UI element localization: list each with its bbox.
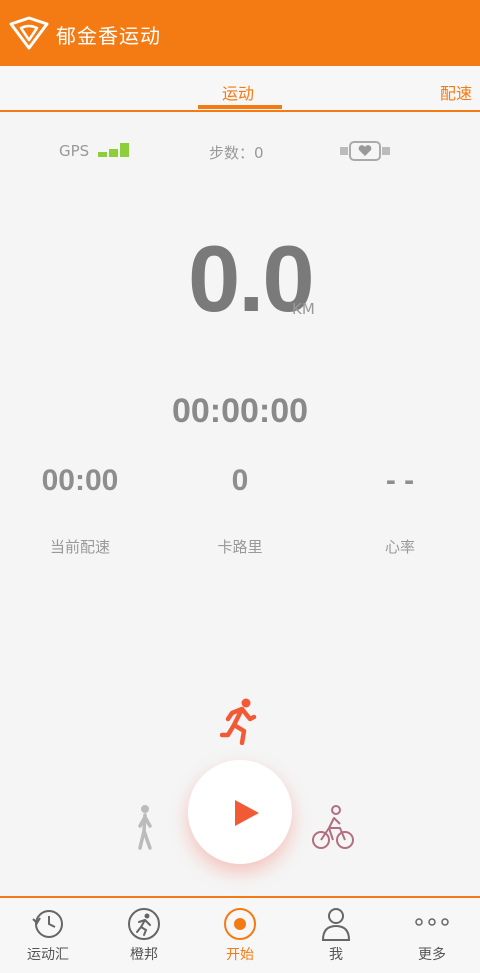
running-icon[interactable]: [220, 697, 258, 745]
distance-unit: KM: [292, 300, 315, 318]
nav-me[interactable]: 我: [288, 898, 384, 973]
tab-bar: 运动 配速: [0, 66, 480, 112]
heart-rate-value: - -: [385, 464, 415, 497]
pace-label: 当前配速: [49, 538, 110, 556]
metric-calories: 0 卡路里: [170, 464, 310, 556]
step-count: 步数：0: [209, 144, 264, 162]
pace-value: 00:00: [41, 464, 119, 497]
cycling-icon[interactable]: [312, 804, 354, 852]
app-header: 郁金香运动: [0, 0, 480, 66]
duration-value: 00:00:00: [171, 392, 309, 430]
calories-value: 0: [231, 464, 249, 497]
status-row: GPS 步数：0: [0, 140, 480, 164]
nav-more[interactable]: 更多: [384, 898, 480, 973]
more-dots-icon: [415, 918, 449, 926]
person-icon: [321, 908, 351, 941]
play-icon[interactable]: [232, 798, 262, 828]
nav-club-label: 橙邦: [130, 947, 158, 963]
nav-start[interactable]: 开始: [192, 898, 288, 973]
nav-history-label: 运动汇: [27, 947, 69, 963]
tab-active-indicator: [198, 105, 282, 109]
tulip-logo-icon: [9, 16, 49, 50]
nav-club[interactable]: 橙邦: [96, 898, 192, 973]
history-icon: [32, 910, 63, 938]
gps-label: GPS: [59, 142, 90, 160]
metric-pace: 00:00 当前配速: [10, 464, 150, 556]
nav-more-label: 更多: [418, 947, 446, 963]
calories-label: 卡路里: [217, 538, 263, 556]
nav-start-label: 开始: [226, 947, 254, 963]
metric-heart-rate: - - 心率: [330, 464, 470, 556]
gps-signal-icon: [98, 143, 129, 157]
heart-band-icon[interactable]: [340, 140, 390, 162]
walking-icon[interactable]: [130, 804, 160, 852]
heart-rate-label: 心率: [384, 538, 415, 556]
runner-badge-icon: [128, 908, 160, 940]
tab-pace[interactable]: 配速: [440, 80, 472, 104]
bottom-nav: 运动汇 橙邦 开始 我 更多: [0, 896, 480, 973]
nav-history[interactable]: 运动汇: [0, 898, 96, 973]
app-title: 郁金香运动: [56, 24, 161, 48]
nav-me-label: 我: [329, 947, 343, 963]
record-icon: [224, 908, 256, 940]
tab-sport[interactable]: 运动: [222, 80, 254, 104]
